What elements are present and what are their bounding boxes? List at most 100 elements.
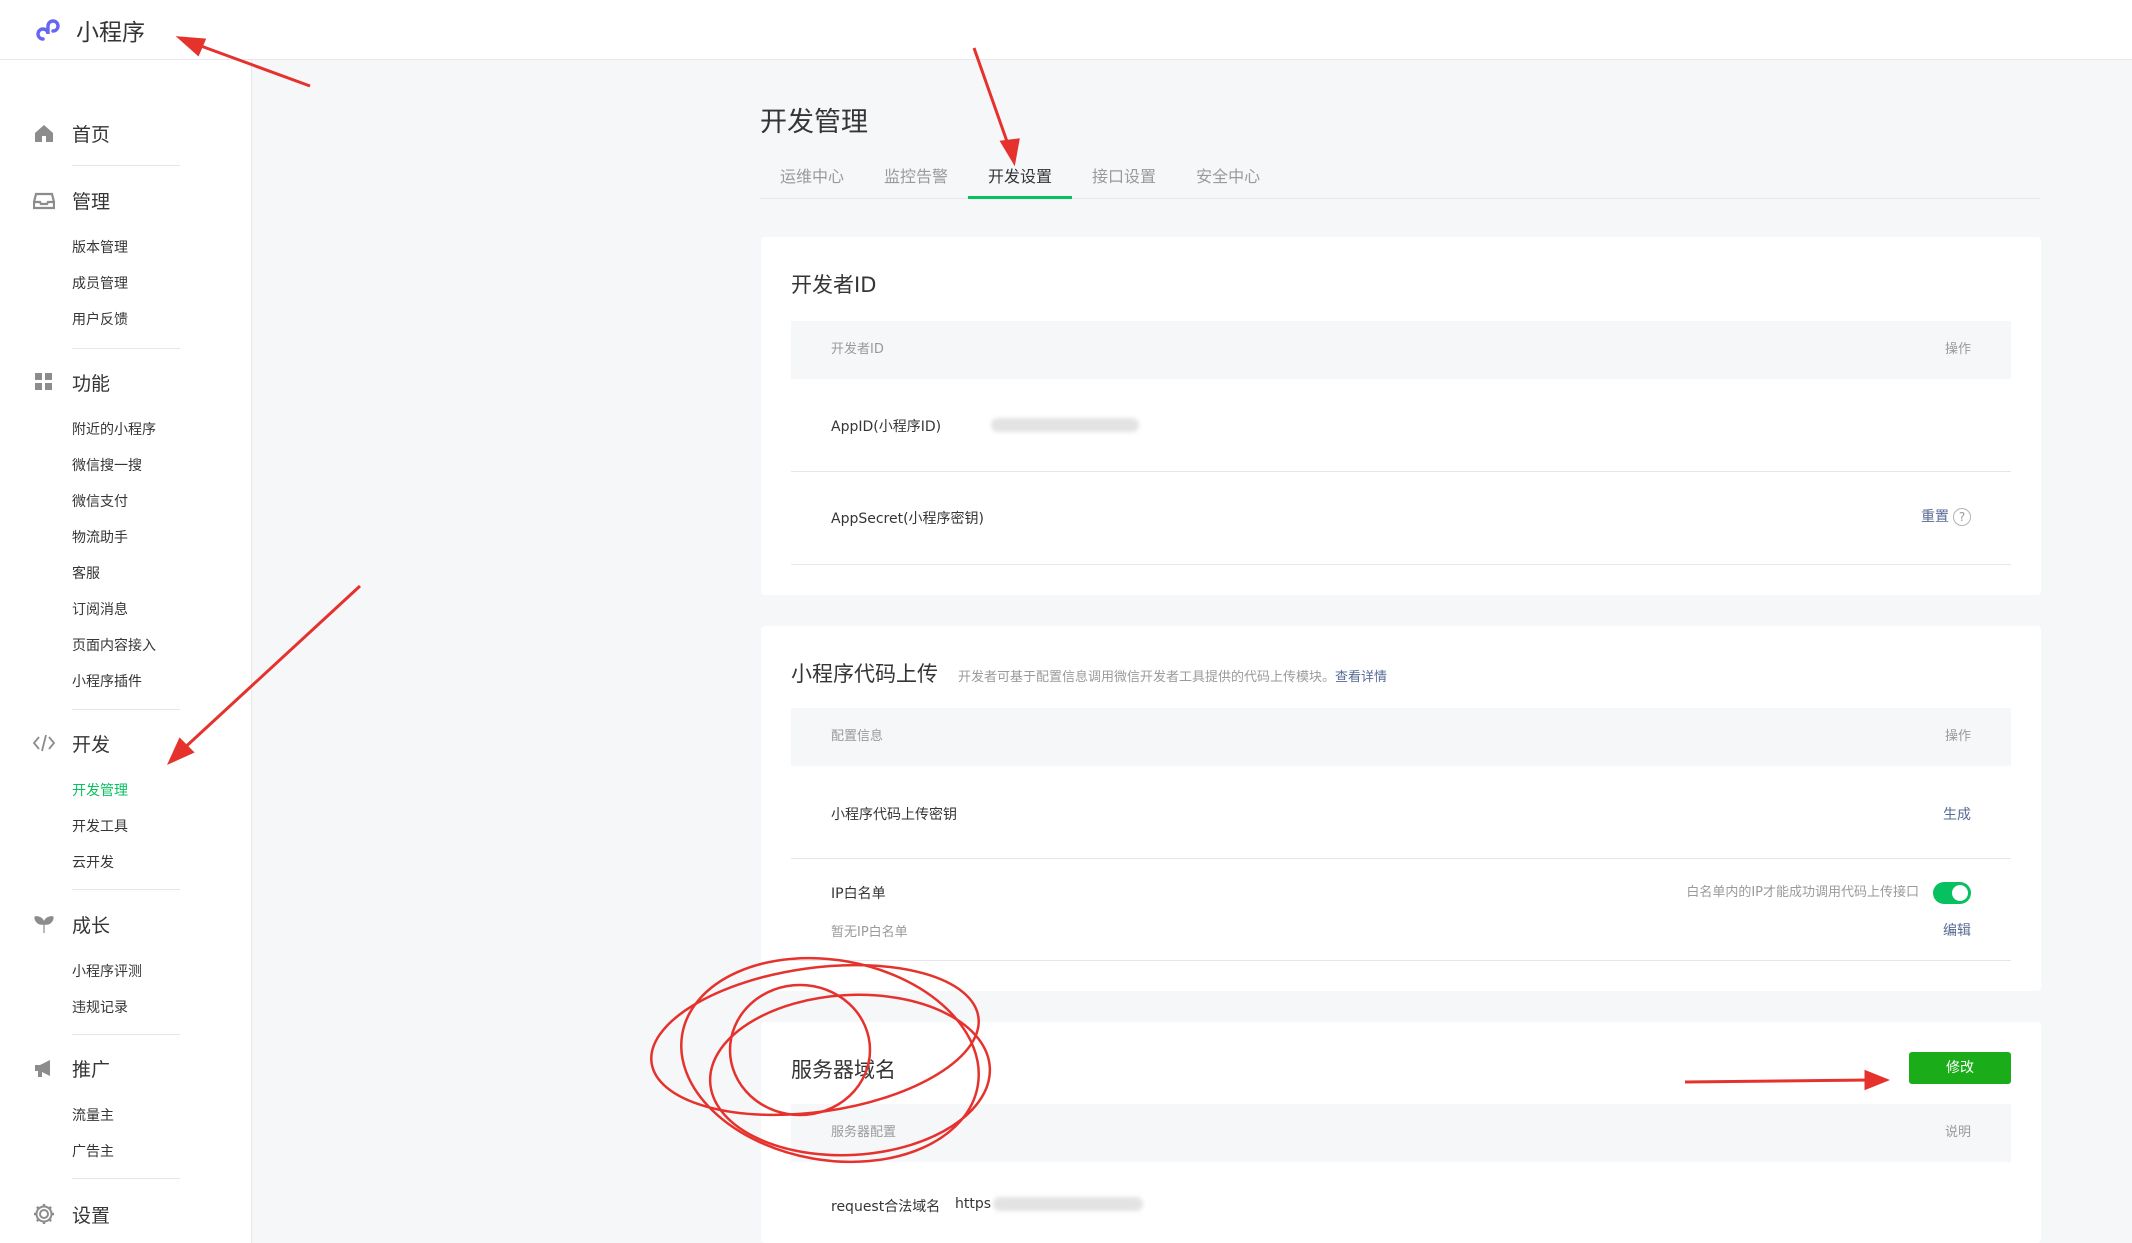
table-header: 配置信息 操作	[791, 708, 2011, 766]
code-icon	[32, 731, 56, 755]
sidebar-item-growth[interactable]: 成长	[0, 904, 252, 944]
sidebar-group-manage: 管理 版本管理 成员管理 用户反馈	[0, 180, 252, 338]
gear-icon	[32, 1202, 56, 1226]
sidebar-item-nearby[interactable]: 附近的小程序	[0, 412, 252, 448]
code-upload-card: 小程序代码上传 开发者可基于配置信息调用微信开发者工具提供的代码上传模块。查看详…	[761, 626, 2041, 991]
sidebar-divider	[72, 348, 180, 349]
sidebar-item-cloud-dev[interactable]: 云开发	[0, 845, 252, 881]
grid-icon	[32, 370, 56, 394]
card-description-text: 开发者可基于配置信息调用微信开发者工具提供的代码上传模块。	[958, 670, 1336, 685]
sidebar-item-member-manage[interactable]: 成员管理	[0, 266, 252, 302]
sidebar-item-plugins[interactable]: 小程序插件	[0, 664, 252, 700]
sidebar-divider	[72, 165, 180, 166]
sidebar-item-wechat-search[interactable]: 微信搜一搜	[0, 448, 252, 484]
tab-dev-settings[interactable]: 开发设置	[968, 155, 1073, 199]
sidebar-item-violations[interactable]: 违规记录	[0, 990, 252, 1026]
sidebar-item-dev-manage[interactable]: 开发管理	[0, 773, 252, 809]
appid-value-redacted	[991, 417, 1139, 433]
column-header: 配置信息	[831, 729, 884, 744]
column-header: 说明	[1944, 1125, 1971, 1140]
ip-whitelist-label: IP白名单	[831, 886, 886, 902]
sidebar-item-manage[interactable]: 管理	[0, 180, 252, 220]
sidebar-item-label: 管理	[72, 190, 111, 213]
table-row: 小程序代码上传密钥 生成	[791, 766, 2011, 859]
home-icon	[32, 121, 56, 145]
sidebar-item-develop[interactable]: 开发	[0, 723, 252, 763]
appid-label: AppID(小程序ID)	[831, 419, 942, 435]
table-header: 开发者ID 操作	[791, 321, 2011, 379]
detail-link[interactable]: 查看详情	[1335, 670, 1387, 685]
sidebar-item-advertiser[interactable]: 广告主	[0, 1134, 252, 1170]
sidebar-item-label: 成长	[72, 914, 111, 937]
sidebar-item-customer-service[interactable]: 客服	[0, 556, 252, 592]
sidebar-group-settings: 设置	[0, 1194, 252, 1234]
sidebar-divider	[72, 889, 180, 890]
sidebar-group-develop: 开发 开发管理 开发工具 云开发	[0, 723, 252, 881]
sidebar-item-evaluation[interactable]: 小程序评测	[0, 954, 252, 990]
column-header: 操作	[1944, 342, 1971, 357]
edit-link[interactable]: 编辑	[1943, 920, 1971, 940]
sidebar-item-dev-tools[interactable]: 开发工具	[0, 809, 252, 845]
miniprogram-logo-icon[interactable]	[34, 14, 66, 46]
sidebar-item-page-content[interactable]: 页面内容接入	[0, 628, 252, 664]
sidebar-item-version-manage[interactable]: 版本管理	[0, 230, 252, 266]
sidebar-item-subscribe-msg[interactable]: 订阅消息	[0, 592, 252, 628]
megaphone-icon	[32, 1056, 56, 1080]
card-description: 开发者可基于配置信息调用微信开发者工具提供的代码上传模块。查看详情	[958, 666, 1387, 685]
modify-button[interactable]: 修改	[1909, 1052, 2011, 1084]
table-row: request合法域名 https	[791, 1162, 2011, 1243]
app-title[interactable]: 小程序	[76, 13, 145, 47]
sidebar-group-features: 功能 附近的小程序 微信搜一搜 微信支付 物流助手 客服 订阅消息 页面内容接入…	[0, 362, 252, 700]
sidebar: 首页 管理 版本管理 成员管理 用户反馈 功能 附近的小程序 微信搜一搜 微信支	[0, 60, 252, 1243]
sidebar-item-user-feedback[interactable]: 用户反馈	[0, 302, 252, 338]
reset-action: 重置?	[1921, 506, 1971, 526]
sidebar-item-label: 开发	[72, 733, 111, 756]
upload-key-label: 小程序代码上传密钥	[831, 807, 957, 823]
tab-bar: 运维中心 监控告警 开发设置 接口设置 安全中心	[760, 155, 2040, 199]
sidebar-item-traffic-owner[interactable]: 流量主	[0, 1098, 252, 1134]
sidebar-item-logistics[interactable]: 物流助手	[0, 520, 252, 556]
inbox-icon	[32, 188, 56, 212]
table-row: AppSecret(小程序密钥) 重置?	[791, 472, 2011, 565]
sidebar-item-label: 首页	[72, 123, 111, 146]
sidebar-item-features[interactable]: 功能	[0, 362, 252, 402]
column-header: 服务器配置	[831, 1125, 897, 1140]
sidebar-item-label: 设置	[72, 1204, 111, 1227]
sidebar-divider	[72, 1034, 180, 1035]
tab-monitor-alerts[interactable]: 监控告警	[864, 155, 968, 199]
sidebar-divider	[72, 709, 180, 710]
tab-ops-center[interactable]: 运维中心	[760, 155, 864, 199]
help-icon[interactable]: ?	[1953, 508, 1971, 526]
sidebar-item-home[interactable]: 首页	[0, 113, 252, 153]
tab-security-center[interactable]: 安全中心	[1176, 155, 1280, 199]
column-header: 开发者ID	[831, 342, 884, 357]
sidebar-divider	[72, 1178, 180, 1179]
ip-whitelist-empty: 暂无IP白名单	[831, 925, 908, 940]
developer-id-card: 开发者ID 开发者ID 操作 AppID(小程序ID) AppSecret(小程…	[761, 237, 2041, 595]
annotation-arrow	[972, 47, 1012, 151]
server-domain-card: 服务器域名 修改 服务器配置 说明 request合法域名 https	[761, 1022, 2041, 1243]
card-title-wrap: 小程序代码上传 开发者可基于配置信息调用微信开发者工具提供的代码上传模块。查看详…	[791, 658, 1387, 688]
sidebar-item-settings[interactable]: 设置	[0, 1194, 252, 1234]
table-row: AppID(小程序ID)	[791, 379, 2011, 472]
card-title: 小程序代码上传	[791, 662, 938, 686]
ip-whitelist-toggle[interactable]	[1933, 881, 1971, 904]
sidebar-group-promote: 推广 流量主 广告主	[0, 1048, 252, 1170]
card-title: 开发者ID	[791, 273, 877, 297]
card-title: 服务器域名	[791, 1058, 896, 1082]
generate-link[interactable]: 生成	[1943, 804, 1971, 824]
reset-link[interactable]: 重置	[1921, 509, 1949, 525]
sidebar-item-promote[interactable]: 推广	[0, 1048, 252, 1088]
sidebar-item-label: 推广	[72, 1058, 111, 1081]
request-domain-prefix: https	[955, 1196, 992, 1212]
sidebar-group-home: 首页	[0, 113, 252, 153]
ip-whitelist-hint-wrap: 白名单内的IP才能成功调用代码上传接口	[1686, 881, 1971, 904]
table-row: IP白名单 暂无IP白名单 白名单内的IP才能成功调用代码上传接口 编辑	[791, 859, 2011, 961]
page-title: 开发管理	[760, 107, 868, 138]
top-bar: 小程序	[0, 0, 2132, 60]
sidebar-item-label: 功能	[72, 372, 111, 395]
appsecret-label: AppSecret(小程序密钥)	[831, 511, 985, 527]
tab-api-settings[interactable]: 接口设置	[1072, 155, 1176, 199]
sidebar-item-wechat-pay[interactable]: 微信支付	[0, 484, 252, 520]
table-header: 服务器配置 说明	[791, 1104, 2011, 1162]
